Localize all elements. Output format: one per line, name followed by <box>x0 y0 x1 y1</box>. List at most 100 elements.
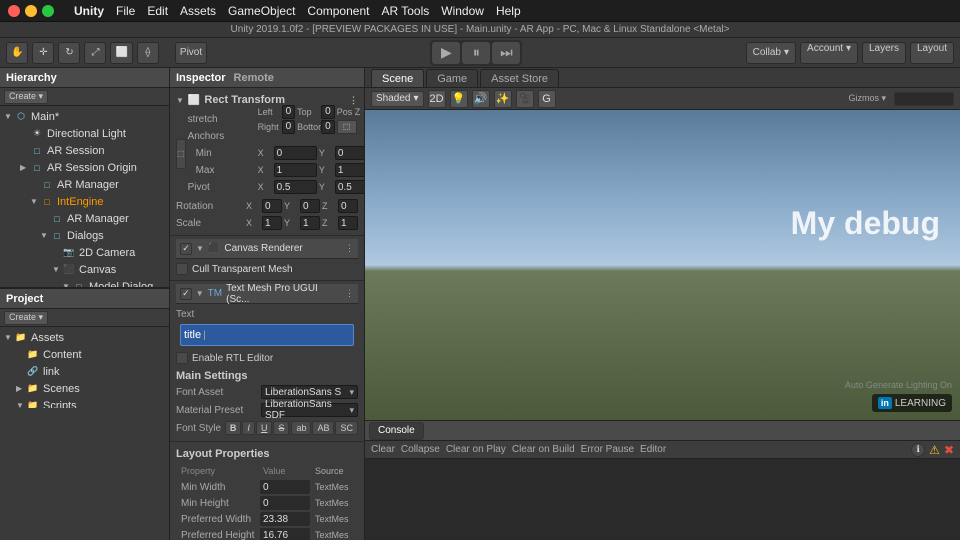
rtl-checkbox[interactable] <box>176 352 188 364</box>
anchors-min-y[interactable]: 0 <box>335 146 364 160</box>
anchors-max-y[interactable]: 1 <box>335 163 364 177</box>
hand-tool-btn[interactable]: ✋ <box>6 42 28 64</box>
menu-window[interactable]: Window <box>441 4 484 18</box>
text-input[interactable]: title | <box>180 324 354 346</box>
pivot-y[interactable]: 0.5 <box>335 180 364 194</box>
hierarchy-item-armanager2[interactable]: □ AR Manager <box>0 210 169 227</box>
fullscreen-button[interactable] <box>42 5 54 17</box>
game-tab[interactable]: Game <box>426 69 478 87</box>
rot-z[interactable]: 0 <box>338 199 358 213</box>
font-asset-value[interactable]: LiberationSans S ▾ <box>261 385 358 399</box>
italic-btn[interactable]: I <box>242 421 255 435</box>
underline-btn[interactable]: U <box>256 421 273 435</box>
account-button[interactable]: Account ▾ <box>800 42 858 64</box>
project-content[interactable]: 📁 Content <box>0 346 169 363</box>
scene-camera-btn[interactable]: 🎥 <box>516 90 534 108</box>
right-value[interactable]: 0 <box>282 120 296 134</box>
project-link[interactable]: 🔗 link <box>0 363 169 380</box>
collapse-btn[interactable]: Collapse <box>401 443 440 457</box>
project-tab[interactable]: Project <box>6 293 43 305</box>
info-icon[interactable]: ℹ <box>911 443 925 457</box>
hierarchy-create-btn[interactable]: Create ▾ <box>4 90 48 104</box>
project-scripts[interactable]: ▼ 📁 Scripts <box>0 397 169 408</box>
material-preset-value[interactable]: LiberationSans SDF ▾ <box>261 403 358 417</box>
editor-btn[interactable]: Editor <box>640 443 666 457</box>
play-button[interactable]: ▶ <box>432 42 460 64</box>
menu-app[interactable]: Unity <box>74 4 104 18</box>
hierarchy-item-intengine[interactable]: ▼ □ IntEngine <box>0 193 169 210</box>
menu-artools[interactable]: AR Tools <box>381 4 429 18</box>
menu-gameobject[interactable]: GameObject <box>228 4 295 18</box>
clear-btn[interactable]: Clear <box>371 443 395 457</box>
step-button[interactable]: ⏭ <box>492 42 520 64</box>
audio-toggle[interactable]: 🔊 <box>472 90 490 108</box>
inspector-tab[interactable]: Inspector <box>176 72 226 84</box>
layout-button[interactable]: Layout <box>910 42 954 64</box>
scale-y[interactable]: 1 <box>300 216 320 230</box>
menu-help[interactable]: Help <box>496 4 521 18</box>
menu-edit[interactable]: Edit <box>147 4 168 18</box>
collab-button[interactable]: Collab ▾ <box>746 42 796 64</box>
uppercase-btn[interactable]: AB <box>312 421 334 435</box>
gizmos-btn[interactable]: G <box>538 90 556 108</box>
scene-tab[interactable]: Scene <box>371 69 424 87</box>
lowercase-btn[interactable]: ab <box>291 421 311 435</box>
hierarchy-item-canvas[interactable]: ▼ ⬛ Canvas <box>0 261 169 278</box>
scene-search[interactable] <box>894 92 954 106</box>
pivot-x[interactable]: 0.5 <box>274 180 317 194</box>
rotate-tool-btn[interactable]: ↻ <box>58 42 80 64</box>
move-tool-btn[interactable]: ✛ <box>32 42 54 64</box>
anchors-max-x[interactable]: 1 <box>274 163 317 177</box>
minimize-button[interactable] <box>25 5 37 17</box>
menu-assets[interactable]: Assets <box>180 4 216 18</box>
pos-options-btn[interactable]: ⬚ <box>337 120 357 134</box>
hierarchy-item-arsessionorigin[interactable]: ▶ □ AR Session Origin <box>0 159 169 176</box>
smallcaps-btn[interactable]: SC <box>335 421 358 435</box>
hierarchy-item-arsession[interactable]: □ AR Session <box>0 142 169 159</box>
close-button[interactable] <box>8 5 20 17</box>
menu-file[interactable]: File <box>116 4 135 18</box>
clear-on-build-btn[interactable]: Clear on Build <box>512 443 575 457</box>
scale-z[interactable]: 1 <box>338 216 358 230</box>
hierarchy-item-modaldialog[interactable]: ▼ □ Model Dialog <box>0 278 169 287</box>
scale-tool-btn[interactable]: ⤢ <box>84 42 106 64</box>
anchor-preset-btn[interactable]: ⬚ <box>176 139 186 169</box>
shaded-dropdown[interactable]: Shaded ▾ <box>371 91 424 107</box>
error-pause-btn[interactable]: Error Pause <box>581 443 634 457</box>
scene-viewport[interactable]: title My debug ✳ title <box>365 110 960 420</box>
cull-checkbox[interactable] <box>176 263 188 275</box>
strikethrough-btn[interactable]: S <box>273 421 289 435</box>
textmesh-options-icon[interactable]: ⋮ <box>345 288 354 299</box>
menu-component[interactable]: Component <box>307 4 369 18</box>
canvas-options-icon[interactable]: ⋮ <box>345 243 354 254</box>
hierarchy-item-main[interactable]: ▼ ⬡ Main* <box>0 108 169 125</box>
hierarchy-item-armanager1[interactable]: □ AR Manager <box>0 176 169 193</box>
textmesh-checkbox[interactable]: ✓ <box>180 288 192 300</box>
hierarchy-item-dirlight[interactable]: ☀ Directional Light <box>0 125 169 142</box>
2d-toggle[interactable]: 2D <box>428 90 446 108</box>
left-value[interactable]: 0 <box>282 105 296 119</box>
asset-store-tab[interactable]: Asset Store <box>480 69 559 87</box>
remote-tab[interactable]: Remote <box>234 72 274 84</box>
console-tab[interactable]: Console <box>369 422 424 440</box>
project-assets[interactable]: ▼ 📁 Assets <box>0 329 169 346</box>
project-create-btn[interactable]: Create ▾ <box>4 311 48 325</box>
bottom-value[interactable]: 0 <box>321 120 335 134</box>
canvas-renderer-checkbox[interactable]: ✓ <box>180 243 192 255</box>
rot-y[interactable]: 0 <box>300 199 320 213</box>
hierarchy-tab[interactable]: Hierarchy <box>6 72 57 84</box>
project-scenes[interactable]: ▶ 📁 Scenes <box>0 380 169 397</box>
pivot-button[interactable]: Pivot <box>175 42 207 64</box>
rot-x[interactable]: 0 <box>262 199 282 213</box>
light-toggle[interactable]: 💡 <box>450 90 468 108</box>
clear-on-play-btn[interactable]: Clear on Play <box>446 443 506 457</box>
hierarchy-item-dialogs[interactable]: ▼ □ Dialogs <box>0 227 169 244</box>
layers-button[interactable]: Layers <box>862 42 906 64</box>
anchors-min-x[interactable]: 0 <box>274 146 317 160</box>
pause-button[interactable]: ⏸ <box>462 42 490 64</box>
fx-toggle[interactable]: ✨ <box>494 90 512 108</box>
bold-btn[interactable]: B <box>225 421 242 435</box>
hierarchy-item-2dcamera[interactable]: 📷 2D Camera <box>0 244 169 261</box>
scale-x[interactable]: 1 <box>262 216 282 230</box>
transform-tool-btn[interactable]: ⟠ <box>137 42 159 64</box>
